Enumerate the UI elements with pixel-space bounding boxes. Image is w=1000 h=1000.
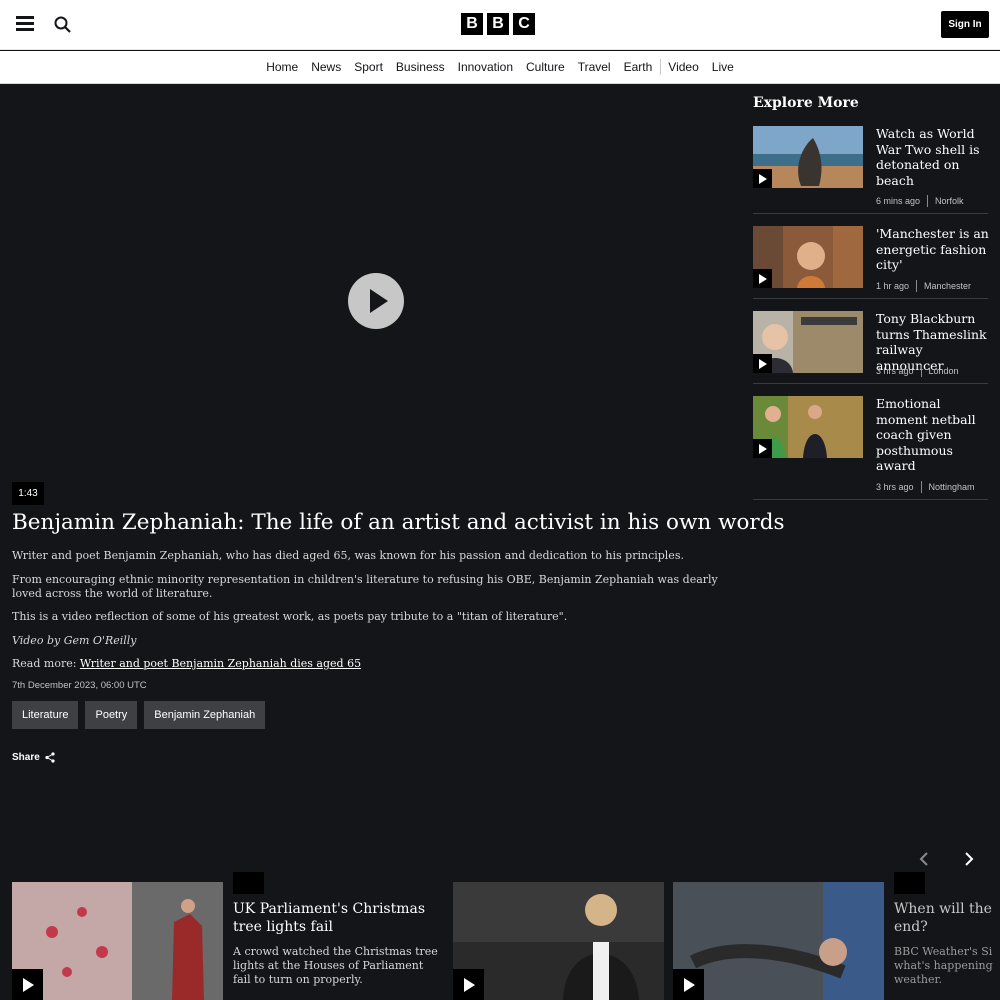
nav-item-culture[interactable]: Culture	[520, 60, 572, 74]
read-more: Read more: Writer and poet Benjamin Zeph…	[12, 657, 732, 671]
publish-date: 7th December 2023, 06:00 UTC	[12, 680, 147, 691]
explore-card[interactable]: Emotional moment netball coach given pos…	[753, 396, 988, 500]
memorial-wall-image	[12, 882, 223, 1000]
card-location: Nottingham	[928, 482, 975, 492]
explore-card[interactable]: 'Manchester is an energetic fashion city…	[753, 226, 989, 299]
share-icon	[45, 752, 55, 763]
logo-letter: B	[461, 13, 483, 35]
nav-divider	[659, 59, 661, 75]
video-credit-text: Video by Gem O'Reilly	[12, 634, 137, 647]
share-button[interactable]: Share	[12, 752, 55, 763]
tag-poetry[interactable]: Poetry	[85, 701, 138, 729]
meta-divider	[916, 280, 918, 292]
logo-letter: C	[513, 13, 535, 35]
card-time: 1 hr ago	[876, 281, 910, 291]
summary-paragraph: From encouraging ethnic minority represe…	[12, 573, 718, 600]
main-nav: Home News Sport Business Innovation Cult…	[0, 51, 1000, 84]
card-location: Manchester	[924, 281, 972, 291]
share-label: Share	[12, 752, 40, 763]
tag-benjamin-zephaniah[interactable]: Benjamin Zephaniah	[144, 701, 266, 729]
card-thumbnail[interactable]	[753, 126, 863, 188]
card-location: Norfolk	[935, 196, 964, 206]
explore-card[interactable]: Tony Blackburn turns Thameslink railway …	[753, 311, 988, 384]
play-icon	[12, 969, 43, 1000]
read-more-prefix: Read more:	[12, 657, 77, 670]
play-icon	[753, 269, 772, 288]
meta-divider	[920, 481, 922, 493]
play-icon	[753, 439, 772, 458]
tag-literature[interactable]: Literature	[12, 701, 79, 729]
summary-paragraph: This is a video reflection of some of hi…	[12, 610, 568, 623]
hamburger-menu-icon[interactable]	[16, 16, 34, 32]
sign-in-button[interactable]: Sign In	[941, 11, 989, 38]
page-title: Benjamin Zephaniah: The life of an artis…	[12, 510, 785, 535]
card-time: 3 hrs ago	[876, 482, 914, 492]
play-icon	[753, 169, 772, 188]
card-title[interactable]: Watch as World War Two shell is detonate…	[876, 126, 994, 188]
carousel-title[interactable]: UK Parliament's Christmas tree lights fa…	[233, 900, 448, 936]
bbc-logo[interactable]: B B C	[461, 13, 535, 35]
nav-item-innovation[interactable]: Innovation	[451, 60, 519, 74]
carousel-description: BBC Weather's Si what's happening weathe…	[894, 945, 993, 986]
carousel-thumbnail[interactable]	[673, 882, 884, 1000]
card-title[interactable]: Tony Blackburn turns Thameslink railway …	[876, 311, 994, 373]
nav-item-news[interactable]: News	[305, 60, 348, 74]
explore-more-heading: Explore More	[753, 95, 859, 111]
card-thumbnail[interactable]	[753, 311, 863, 373]
card-thumbnail[interactable]	[753, 226, 863, 288]
play-button-icon[interactable]	[348, 273, 404, 329]
card-meta: 6 mins ago Norfolk	[876, 195, 964, 207]
topic-tags: Literature Poetry Benjamin Zephaniah	[12, 701, 266, 729]
carousel-title[interactable]: When will the end?	[894, 900, 1000, 936]
logo-letter: B	[487, 13, 509, 35]
video-player[interactable]	[0, 84, 753, 504]
top-header: B B C Sign In	[0, 0, 1000, 50]
play-icon	[453, 969, 484, 1000]
play-icon	[233, 872, 264, 894]
card-thumbnail[interactable]	[753, 396, 863, 458]
nav-item-home[interactable]: Home	[260, 60, 305, 74]
hands-tools-image	[673, 882, 884, 1000]
card-time: 3 hrs ago	[876, 366, 914, 376]
play-icon	[894, 872, 925, 894]
carousel-description: A crowd watched the Christmas tree light…	[233, 945, 438, 986]
explore-card[interactable]: Watch as World War Two shell is detonate…	[753, 126, 988, 214]
meta-divider	[920, 365, 922, 377]
summary-paragraph: Writer and poet Benjamin Zephaniah, who …	[12, 549, 684, 562]
carousel-thumbnail[interactable]	[453, 882, 664, 1000]
meta-divider	[927, 195, 929, 207]
play-icon	[753, 354, 772, 373]
carousel-text-block: When will the end? BBC Weather's Si what…	[894, 900, 1000, 1000]
video-duration: 1:43	[12, 482, 44, 505]
carousel-thumbnail[interactable]	[12, 882, 223, 1000]
nav-item-live[interactable]: Live	[705, 60, 740, 74]
nav-item-business[interactable]: Business	[389, 60, 451, 74]
chevron-right-icon[interactable]	[960, 851, 976, 867]
card-title[interactable]: 'Manchester is an energetic fashion city…	[876, 226, 994, 273]
play-icon	[673, 969, 704, 1000]
video-credit: Video by Gem O'Reilly	[12, 634, 732, 648]
card-meta: 1 hr ago Manchester	[876, 280, 971, 292]
card-meta: 3 hrs ago London	[876, 365, 959, 377]
card-meta: 3 hrs ago Nottingham	[876, 481, 975, 493]
read-more-link[interactable]: Writer and poet Benjamin Zephaniah dies …	[80, 657, 361, 670]
card-location: London	[928, 366, 959, 376]
search-icon[interactable]	[54, 16, 72, 34]
nav-item-earth[interactable]: Earth	[617, 60, 659, 74]
card-title[interactable]: Emotional moment netball coach given pos…	[876, 396, 994, 474]
chevron-left-icon[interactable]	[917, 851, 933, 867]
nav-item-travel[interactable]: Travel	[571, 60, 617, 74]
inquiry-woman-image	[453, 882, 664, 1000]
card-time: 6 mins ago	[876, 196, 921, 206]
nav-item-sport[interactable]: Sport	[348, 60, 390, 74]
nav-item-video[interactable]: Video	[662, 60, 705, 74]
